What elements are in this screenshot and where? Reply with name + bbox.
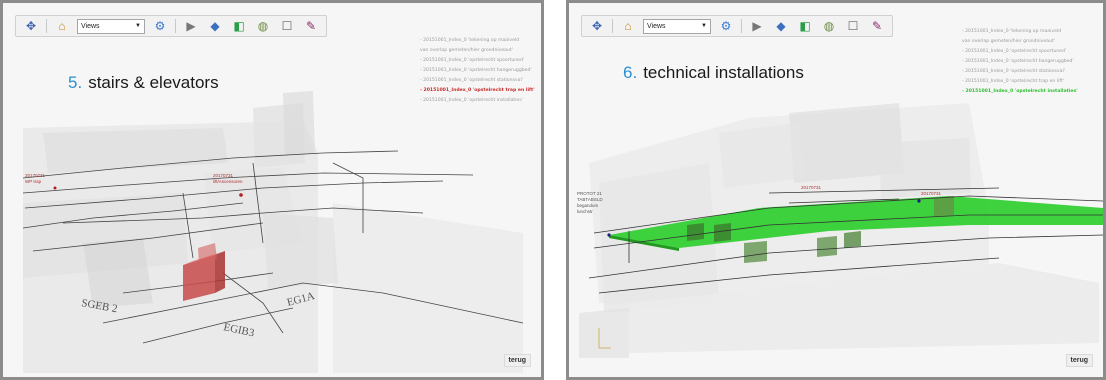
navigate-icon[interactable]: ✥ (22, 18, 40, 34)
checkbox-icon[interactable]: ☐ (278, 18, 296, 34)
annotation-label: 20170731 (801, 185, 822, 190)
settings-icon[interactable]: ⚙ (717, 18, 735, 34)
layer-item-active[interactable]: - 20151001_Index_0 'opstelrecht trap en … (420, 86, 535, 96)
slide-title-text: stairs & elevators (88, 73, 219, 92)
back-button[interactable]: terug (503, 354, 531, 367)
views-select[interactable]: Views ▼ (77, 18, 145, 34)
box-icon[interactable]: ◆ (206, 18, 224, 34)
layer-item[interactable]: - 20151001_Index_0 'opstelrecht stations… (420, 76, 535, 86)
home-icon[interactable]: ⌂ (619, 18, 637, 34)
annotation-label: 20170731 lift/Ascensoren (213, 173, 243, 184)
views-select-label: Views (647, 22, 666, 30)
globe-icon[interactable]: ◍ (820, 18, 838, 34)
layer-item[interactable]: - 20151001_Index_0 'opstelrecht trap en … (962, 77, 1078, 87)
slide-title: 5. stairs & elevators (68, 73, 219, 93)
slide-number: 5. (68, 73, 83, 92)
checkbox-icon[interactable]: ☐ (844, 18, 862, 34)
separator (175, 19, 176, 33)
layer-item[interactable]: - 20151001_Index_0 'opstelrecht spoortun… (420, 56, 535, 66)
slide-stairs-elevators: SGEB 2 EGIB3 EG1A 20170731 WP trap 201707… (0, 0, 544, 380)
globe-icon[interactable]: ◍ (254, 18, 272, 34)
views-select-label: Views (81, 22, 100, 30)
layer-list: - 20151001_Index_0 'tekening op maaiveld… (420, 36, 535, 106)
paint-icon[interactable]: ✎ (868, 18, 886, 34)
layer-item[interactable]: - 20151001_Index_0 'opstelrecht hangerug… (962, 57, 1078, 67)
layers-icon[interactable]: ◧ (230, 18, 248, 34)
box-icon[interactable]: ◆ (772, 18, 790, 34)
layer-item[interactable]: - 20151001_Index_0 'tekening op maaiveld (962, 27, 1078, 37)
slide-title-text: technical installations (643, 63, 804, 82)
chevron-down-icon: ▼ (135, 23, 141, 29)
layer-item: van overlap gemeten/hier grondniveaut' (962, 39, 1055, 44)
separator (741, 19, 742, 33)
layer-item[interactable]: - 20151001_Index_0 'opstelrecht installa… (420, 96, 535, 106)
annotation-label: PROTOT 21 TABTABSLD begandum lunchstr (577, 191, 603, 214)
layer-item[interactable]: - 20151001_Index_0 'opstelrecht spoortun… (962, 47, 1078, 57)
layers-icon[interactable]: ◧ (796, 18, 814, 34)
slide-number: 6. (623, 63, 638, 82)
layer-item[interactable]: - 20151001_Index_0 'tekening op maaiveld (420, 36, 535, 46)
layer-item-active[interactable]: - 20151001_Index_0 'opstelrecht installa… (962, 87, 1078, 97)
settings-icon[interactable]: ⚙ (151, 18, 169, 34)
annotation-label: 20170731 WP trap (25, 173, 46, 184)
layer-item[interactable]: - 20151001_Index_0 'opstelrecht hangerug… (420, 66, 535, 76)
layer-item: van overlap gemeten/hier grondniveaut' (420, 48, 513, 53)
separator (612, 19, 613, 33)
toolbar: ✥ ⌂ Views ▼ ⚙ ▶ ◆ ◧ ◍ ☐ ✎ (581, 15, 893, 37)
navigate-icon[interactable]: ✥ (588, 18, 606, 34)
slide-technical-installations: PROTOT 21 TABTABSLD begandum lunchstr 20170… (566, 0, 1106, 380)
layer-item[interactable]: - 20151001_Index_0 'opstelrecht stations… (962, 67, 1078, 77)
annotation-label: 20170731 (921, 191, 942, 196)
chevron-down-icon: ▼ (701, 23, 707, 29)
paint-icon[interactable]: ✎ (302, 18, 320, 34)
separator (46, 19, 47, 33)
slide-title: 6. technical installations (623, 63, 804, 83)
home-icon[interactable]: ⌂ (53, 18, 71, 34)
back-button[interactable]: terug (1065, 354, 1093, 367)
layer-list: - 20151001_Index_0 'tekening op maaiveld… (962, 27, 1078, 97)
play-icon[interactable]: ▶ (748, 18, 766, 34)
play-icon[interactable]: ▶ (182, 18, 200, 34)
views-select[interactable]: Views ▼ (643, 18, 711, 34)
toolbar: ✥ ⌂ Views ▼ ⚙ ▶ ◆ ◧ ◍ ☐ ✎ (15, 15, 327, 37)
